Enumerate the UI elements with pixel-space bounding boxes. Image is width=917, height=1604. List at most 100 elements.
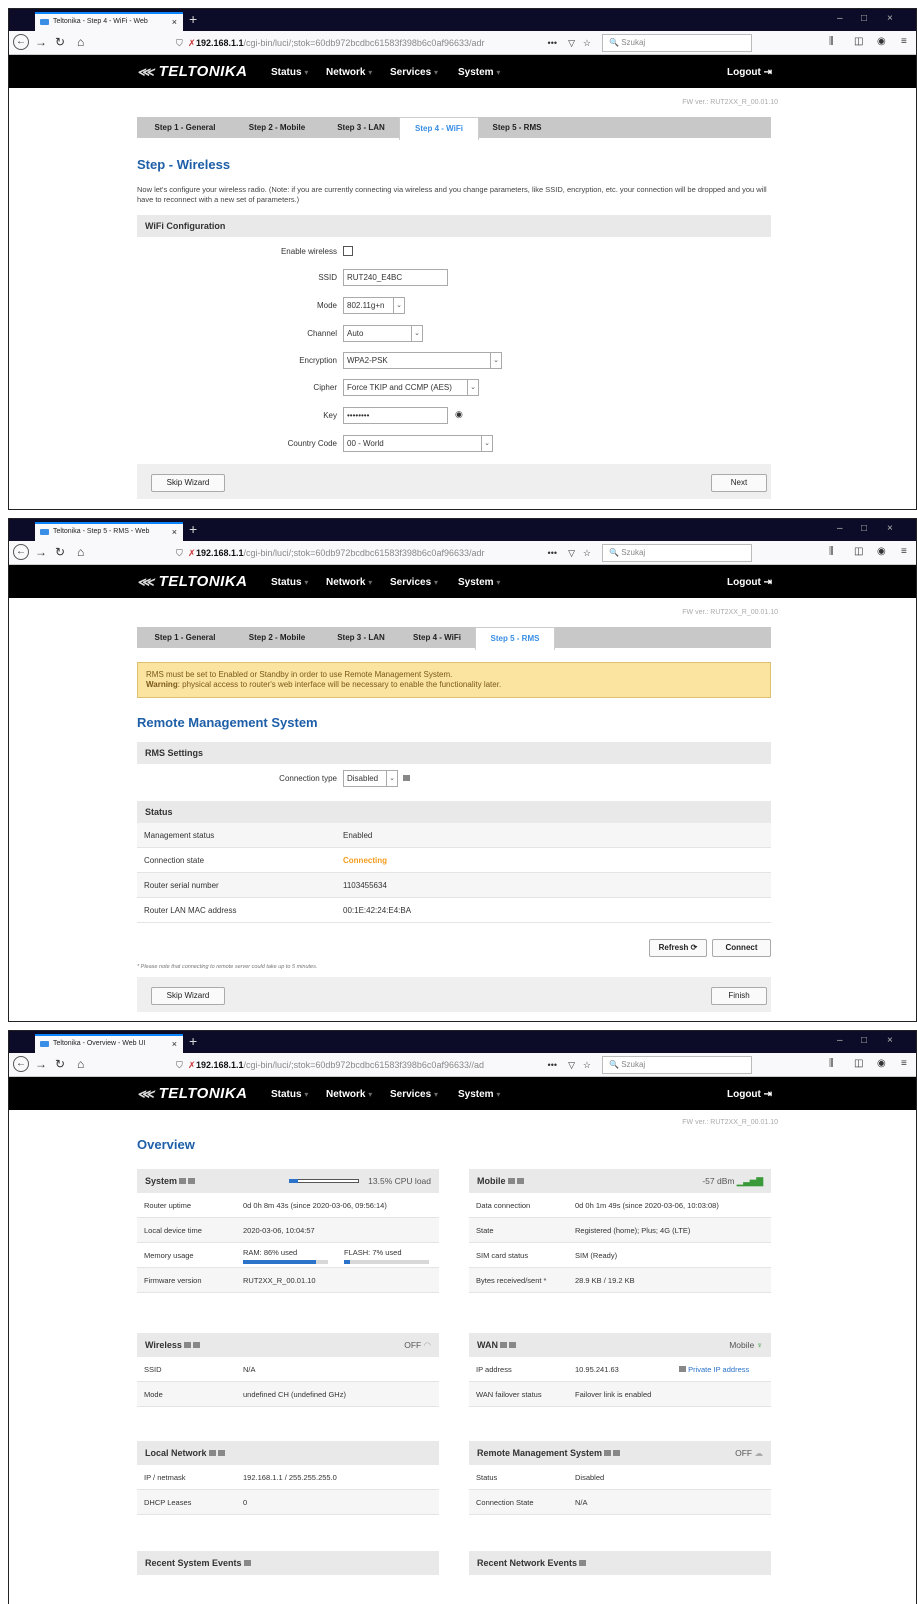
reload-icon[interactable]: ↻ — [55, 545, 65, 559]
bookmark-star-icon[interactable]: ☆ — [583, 34, 591, 52]
info-icon[interactable] — [500, 1342, 507, 1348]
info-icon[interactable] — [507, 1178, 515, 1184]
step-lan-tab[interactable]: Step 3 - LAN — [323, 627, 399, 648]
new-tab-button[interactable]: + — [189, 1033, 197, 1049]
key-input[interactable]: •••••••• — [343, 407, 448, 424]
minimize-window-button[interactable]: – — [837, 1035, 843, 1046]
pocket-icon[interactable]: ▽ — [568, 544, 575, 562]
back-icon[interactable]: ← — [13, 1056, 29, 1072]
country-code-select[interactable]: 00 - World ⌄ — [343, 435, 493, 452]
menu-status[interactable]: Status ▾ — [271, 1089, 308, 1100]
maximize-window-button[interactable]: □ — [861, 523, 867, 534]
address-bar[interactable]: ⛉ ✗ 192.168.1.1/cgi-bin/luci/;stok=60db972… — [174, 1056, 601, 1074]
close-window-button[interactable]: × — [887, 523, 893, 534]
search-input[interactable]: 🔍 Szukaj — [602, 34, 752, 52]
step-mobile-tab[interactable]: Step 2 - Mobile — [231, 117, 323, 138]
menu-icon[interactable]: ≡ — [901, 36, 907, 47]
back-icon[interactable]: ← — [13, 34, 29, 50]
page-actions-icon[interactable]: ••• — [543, 544, 557, 562]
settings-icon[interactable] — [516, 1178, 524, 1184]
next-button[interactable]: Next — [711, 474, 767, 492]
info-icon[interactable] — [179, 1178, 187, 1184]
info-icon[interactable] — [243, 1560, 251, 1566]
menu-network[interactable]: Network ▾ — [326, 1089, 372, 1100]
browser-tab[interactable]: Teltonika - Step 4 - WiFi - Web × — [35, 12, 183, 31]
channel-select[interactable]: Auto ⌄ — [343, 325, 423, 342]
sidebar-icon[interactable]: ◫ — [854, 546, 863, 557]
connection-type-select[interactable]: Disabled ⌄ — [343, 770, 398, 787]
step-rms-tab[interactable]: Step 5 - RMS — [479, 117, 555, 138]
menu-status[interactable]: Status ▾ — [271, 67, 308, 78]
mode-select[interactable]: 802.11g+n ⌄ — [343, 297, 405, 314]
search-input[interactable]: 🔍 Szukaj — [602, 1056, 752, 1074]
enable-wireless-checkbox[interactable] — [343, 246, 353, 256]
menu-network[interactable]: Network ▾ — [326, 67, 372, 78]
info-icon[interactable] — [208, 1450, 216, 1456]
skip-wizard-button[interactable]: Skip Wizard — [151, 474, 225, 492]
settings-icon[interactable] — [192, 1342, 200, 1348]
info-icon[interactable] — [403, 775, 410, 781]
account-icon[interactable]: ◉ — [877, 36, 886, 47]
sidebar-icon[interactable]: ◫ — [854, 36, 863, 47]
step-rms-tab[interactable]: Step 5 - RMS — [475, 627, 555, 650]
encryption-select[interactable]: WPA2-PSK ⌄ — [343, 352, 502, 369]
settings-icon[interactable] — [613, 1450, 621, 1456]
back-icon[interactable]: ← — [13, 544, 29, 560]
refresh-button[interactable]: Refresh ⟳ — [649, 939, 707, 957]
logout-button[interactable]: Logout ⇥ — [727, 577, 772, 588]
menu-network[interactable]: Network ▾ — [326, 577, 372, 588]
ssid-input[interactable]: RUT240_E4BC — [343, 269, 448, 286]
close-tab-icon[interactable]: × — [172, 524, 177, 540]
menu-icon[interactable]: ≡ — [901, 1058, 907, 1069]
close-tab-icon[interactable]: × — [172, 14, 177, 30]
menu-system[interactable]: System ▾ — [458, 577, 500, 588]
sidebar-icon[interactable]: ◫ — [854, 1058, 863, 1069]
menu-system[interactable]: System ▾ — [458, 1089, 500, 1100]
menu-services[interactable]: Services ▾ — [390, 577, 438, 588]
forward-icon[interactable]: → — [35, 1057, 47, 1071]
cipher-select[interactable]: Force TKIP and CCMP (AES) ⌄ — [343, 379, 479, 396]
teltonika-logo[interactable]: ⋘ TELTONIKA — [137, 1085, 248, 1102]
logout-button[interactable]: Logout ⇥ — [727, 1089, 772, 1100]
step-wifi-tab[interactable]: Step 4 - WiFi — [399, 627, 475, 648]
step-general-tab[interactable]: Step 1 - General — [139, 627, 231, 648]
search-input[interactable]: 🔍 Szukaj — [602, 544, 752, 562]
settings-icon[interactable] — [509, 1342, 516, 1348]
step-mobile-tab[interactable]: Step 2 - Mobile — [231, 627, 323, 648]
library-icon[interactable]: ⫼ — [829, 36, 834, 47]
address-bar[interactable]: ⛉ ✗ 192.168.1.1/cgi-bin/luci/;stok=60db972… — [174, 544, 601, 562]
skip-wizard-button[interactable]: Skip Wizard — [151, 987, 225, 1005]
step-lan-tab[interactable]: Step 3 - LAN — [323, 117, 399, 138]
settings-icon[interactable] — [217, 1450, 225, 1456]
menu-status[interactable]: Status ▾ — [271, 577, 308, 588]
bookmark-star-icon[interactable]: ☆ — [583, 544, 591, 562]
new-tab-button[interactable]: + — [189, 11, 197, 27]
page-actions-icon[interactable]: ••• — [543, 34, 557, 52]
logout-button[interactable]: Logout ⇥ — [727, 67, 772, 78]
reload-icon[interactable]: ↻ — [55, 1057, 65, 1071]
maximize-window-button[interactable]: □ — [861, 1035, 867, 1046]
show-password-icon[interactable]: ◉ — [455, 409, 463, 420]
library-icon[interactable]: ⫼ — [829, 1058, 834, 1069]
info-icon[interactable] — [604, 1450, 612, 1456]
new-tab-button[interactable]: + — [189, 521, 197, 537]
pocket-icon[interactable]: ▽ — [568, 34, 575, 52]
home-icon[interactable]: ⌂ — [77, 545, 84, 559]
close-window-button[interactable]: × — [887, 1035, 893, 1046]
forward-icon[interactable]: → — [35, 545, 47, 559]
menu-services[interactable]: Services ▾ — [390, 1089, 438, 1100]
browser-tab[interactable]: Teltonika - Step 5 - RMS - Web × — [35, 522, 183, 541]
minimize-window-button[interactable]: – — [837, 13, 843, 24]
home-icon[interactable]: ⌂ — [77, 1057, 84, 1071]
teltonika-logo[interactable]: ⋘ TELTONIKA — [137, 63, 248, 80]
page-actions-icon[interactable]: ••• — [543, 1056, 557, 1074]
step-wifi-tab[interactable]: Step 4 - WiFi — [399, 117, 479, 140]
menu-icon[interactable]: ≡ — [901, 546, 907, 557]
account-icon[interactable]: ◉ — [877, 1058, 886, 1069]
library-icon[interactable]: ⫼ — [829, 546, 834, 557]
forward-icon[interactable]: → — [35, 35, 47, 49]
finish-button[interactable]: Finish — [711, 987, 767, 1005]
info-icon[interactable] — [183, 1342, 191, 1348]
minimize-window-button[interactable]: – — [837, 523, 843, 534]
address-bar[interactable]: ⛉ ✗ 192.168.1.1/cgi-bin/luci/;stok=60db972… — [174, 34, 601, 52]
